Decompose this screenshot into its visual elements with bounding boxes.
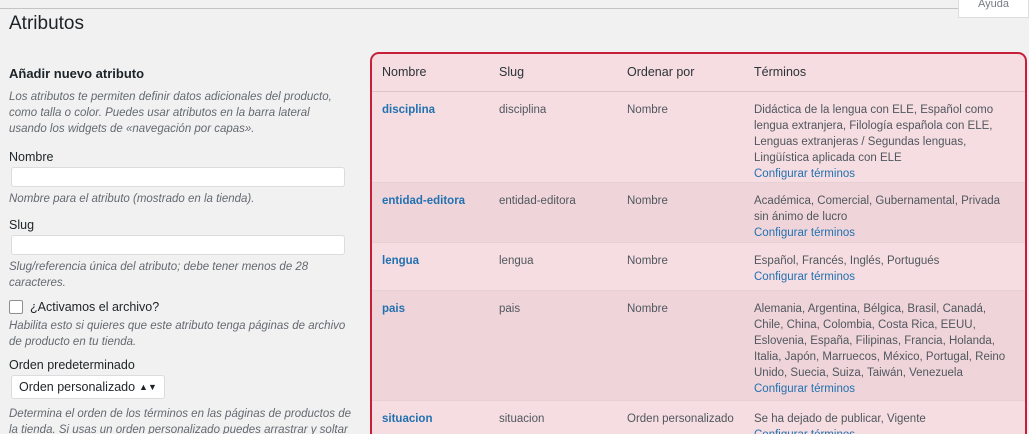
table-row: pais pais Nombre Alemania, Argentina, Bé… <box>372 290 1025 401</box>
attribute-name-link[interactable]: lengua <box>382 255 419 267</box>
table-row: lengua lengua Nombre Español, Francés, I… <box>372 242 1025 291</box>
attribute-name-link[interactable]: pais <box>382 303 405 315</box>
attribute-terms: Académica, Comercial, Gubernamental, Pri… <box>754 194 1001 223</box>
name-input[interactable] <box>11 167 345 187</box>
attribute-terms: Se ha dejado de publicar, Vigente <box>754 412 926 425</box>
select-arrows-icon: ▲▼ <box>139 382 157 392</box>
attribute-terms: Español, Francés, Inglés, Portugués <box>754 254 940 267</box>
attributes-table-container: Nombre Slug Ordenar por Términos discipl… <box>370 52 1027 434</box>
order-hint: Determina el orden de los términos en la… <box>9 408 352 434</box>
attribute-slug: situacion <box>499 400 627 434</box>
configure-terms-link[interactable]: Configurar términos <box>754 168 855 180</box>
order-select[interactable]: Orden personalizado ▲▼ <box>11 375 165 399</box>
attribute-order: Nombre <box>627 242 754 291</box>
attribute-name-link[interactable]: entidad-editora <box>382 195 465 207</box>
attribute-terms: Alemania, Argentina, Bélgica, Brasil, Ca… <box>754 302 1006 379</box>
slug-label: Slug <box>9 218 35 232</box>
screen-header-divider <box>0 8 1029 9</box>
attribute-slug: lengua <box>499 242 627 291</box>
name-label: Nombre <box>9 150 54 164</box>
attribute-order: Orden personalizado <box>627 400 754 434</box>
attribute-order: Nombre <box>627 182 754 243</box>
column-header-slug: Slug <box>499 54 627 92</box>
form-intro: Los atributos te permiten definir datos … <box>9 91 332 135</box>
configure-terms-link[interactable]: Configurar términos <box>754 271 855 283</box>
attribute-order: Nombre <box>627 91 754 183</box>
attribute-order: Nombre <box>627 290 754 401</box>
configure-terms-link[interactable]: Configurar términos <box>754 227 855 239</box>
attribute-slug: pais <box>499 290 627 401</box>
name-hint: Nombre para el atributo (mostrado en la … <box>9 193 255 205</box>
configure-terms-link[interactable]: Configurar términos <box>754 429 855 434</box>
order-label: Orden predeterminado <box>9 358 135 372</box>
attribute-name-link[interactable]: disciplina <box>382 104 435 116</box>
order-select-value: Orden personalizado <box>19 380 136 394</box>
archive-checkbox[interactable] <box>9 300 23 314</box>
attribute-slug: disciplina <box>499 91 627 183</box>
table-row: entidad-editora entidad-editora Nombre A… <box>372 182 1025 243</box>
attribute-terms: Didáctica de la lengua con ELE, Español … <box>754 103 994 164</box>
archive-label: ¿Activamos el archivo? <box>30 300 160 314</box>
form-title: Añadir nuevo atributo <box>9 66 145 81</box>
slug-hint: Slug/referencia única del atributo; debe… <box>9 261 309 289</box>
table-row: disciplina disciplina Nombre Didáctica d… <box>372 91 1025 183</box>
column-header-name: Nombre <box>372 54 499 92</box>
table-row: situacion situacion Orden personalizado … <box>372 400 1025 434</box>
column-header-terms: Términos <box>754 54 1025 92</box>
configure-terms-link[interactable]: Configurar términos <box>754 383 855 395</box>
column-header-order: Ordenar por <box>627 54 754 92</box>
attributes-table: Nombre Slug Ordenar por Términos discipl… <box>372 54 1025 434</box>
slug-input[interactable] <box>11 235 345 255</box>
attribute-name-link[interactable]: situacion <box>382 413 432 425</box>
table-header-row: Nombre Slug Ordenar por Términos <box>372 54 1025 92</box>
attribute-slug: entidad-editora <box>499 182 627 243</box>
page-title: Atributos <box>9 13 84 34</box>
archive-hint: Habilita esto si quieres que este atribu… <box>9 320 346 348</box>
help-tab[interactable]: Ayuda <box>958 0 1029 18</box>
